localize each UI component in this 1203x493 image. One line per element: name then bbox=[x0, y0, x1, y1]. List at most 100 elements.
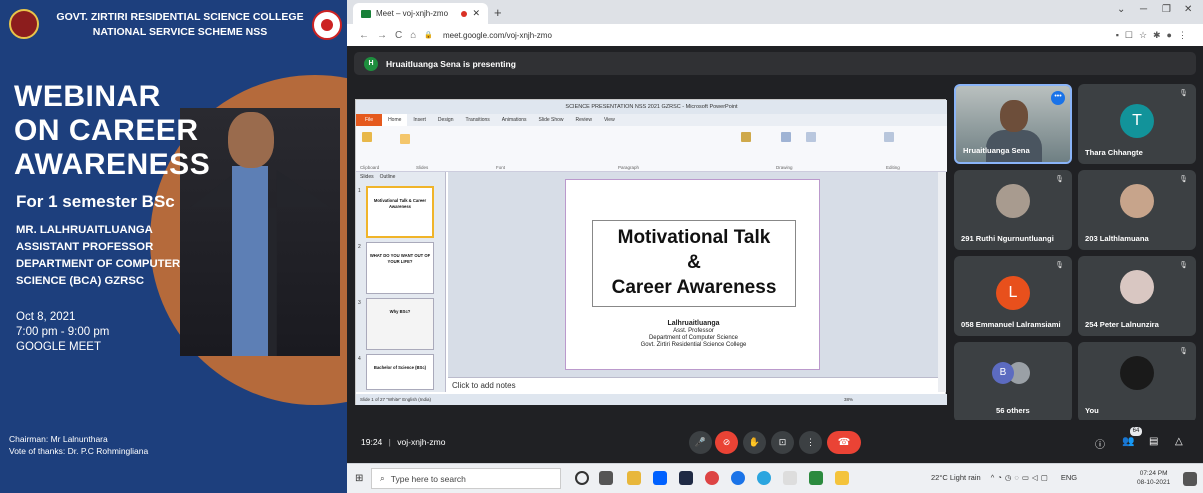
tray-icons[interactable]: ^◔◷◌▭◁▢ bbox=[991, 473, 1051, 482]
mic-off-icon: 🎙 bbox=[1179, 176, 1188, 183]
quick-styles-icon[interactable] bbox=[806, 132, 816, 142]
people-icon[interactable]: 👥 bbox=[1122, 436, 1134, 447]
thumb-num: 4 bbox=[358, 356, 361, 362]
chrome-icon[interactable] bbox=[705, 471, 719, 485]
maximize-button[interactable]: ❐ bbox=[1162, 4, 1171, 15]
poster-header: GOVT. ZIRTIRI RESIDENTIAL SCIENCE COLLEG… bbox=[50, 10, 310, 40]
ribbon-tab-insert[interactable]: Insert bbox=[407, 117, 432, 123]
new-tab-button[interactable]: + bbox=[494, 5, 502, 20]
shapes-icon[interactable] bbox=[741, 132, 751, 142]
search-placeholder: Type here to search bbox=[390, 473, 466, 484]
ribbon-tab-view[interactable]: View bbox=[598, 117, 621, 123]
task-view-icon[interactable] bbox=[599, 471, 613, 485]
participant-tile-ruthi[interactable]: 🎙 291 Ruthi Ngurnuntluangi bbox=[954, 170, 1072, 250]
panel-tab-outline[interactable]: Outline bbox=[380, 172, 396, 182]
app-icon[interactable] bbox=[679, 471, 693, 485]
url-field[interactable]: meet.google.com/voj-xnjh-zmo bbox=[443, 31, 552, 40]
shared-screen: SCIENCE PRESENTATION NSS 2021 GZRSC - Mi… bbox=[355, 99, 947, 405]
weather[interactable]: 22°C Light rain bbox=[931, 473, 981, 482]
more-options-icon[interactable]: ••• bbox=[1051, 91, 1065, 105]
taskbar-search[interactable]: ⌕ Type here to search bbox=[371, 468, 561, 489]
clock-date: 08-10-2021 bbox=[1137, 479, 1171, 486]
ribbon-tab-slideshow[interactable]: Slide Show bbox=[533, 117, 570, 123]
windows-start-icon[interactable]: ⊞ bbox=[355, 473, 363, 484]
participant-tile-hruaitluanga[interactable]: ••• Hruaitluanga Sena bbox=[954, 84, 1072, 164]
event-time: 7:00 pm - 9:00 pm bbox=[16, 326, 110, 338]
notifications-icon[interactable] bbox=[1183, 472, 1197, 486]
webinar-poster: GOVT. ZIRTIRI RESIDENTIAL SCIENCE COLLEG… bbox=[0, 0, 347, 493]
cortana-icon[interactable] bbox=[575, 471, 589, 485]
back-forward-reload-icons[interactable]: ←→C⌂ bbox=[359, 30, 424, 41]
speaker-name: MR. LALHRUAITLUANGA bbox=[16, 224, 153, 236]
windows-taskbar: ⊞ ⌕ Type here to search 22°C Light rain … bbox=[347, 463, 1203, 493]
ribbon-tab-design[interactable]: Design bbox=[432, 117, 460, 123]
minimize-button[interactable]: ─ bbox=[1140, 4, 1147, 15]
participant-tile-emmanuel[interactable]: 🎙 L 058 Emmanuel Lalramsiami bbox=[954, 256, 1072, 336]
slide-thumbnail-1[interactable]: Motivational Talk & Career Awareness bbox=[366, 186, 434, 238]
meeting-details-icon[interactable]: ⓘ bbox=[1095, 436, 1105, 451]
panel-tab-slides[interactable]: Slides bbox=[360, 172, 374, 182]
vote-of-thanks-text: Vote of thanks: Dr. P.C Rohmingliana bbox=[9, 446, 149, 456]
language-indicator[interactable]: ENG bbox=[1061, 473, 1077, 482]
raise-hand-button[interactable]: ✋ bbox=[743, 431, 766, 454]
tab-close-icon[interactable]: ✕ bbox=[472, 8, 480, 19]
taskbar-clock[interactable]: 07:24 PM 08-10-2021 bbox=[1137, 469, 1170, 487]
more-options-button[interactable]: ⋮ bbox=[799, 431, 822, 454]
clock-time: 07:24 PM bbox=[1139, 470, 1168, 477]
tab-search-icon[interactable]: ⌄ bbox=[1117, 4, 1125, 15]
participant-tile-peter[interactable]: 🎙 254 Peter Lalnunzira bbox=[1078, 256, 1196, 336]
tab-bar: Meet – voj-xnjh-zmo ✕ + ⌄ ─ ❐ ✕ bbox=[347, 0, 1203, 24]
arrange-icon[interactable] bbox=[781, 132, 791, 142]
others-avatar: B bbox=[992, 362, 1014, 384]
participant-tile-you[interactable]: 🎙 You bbox=[1078, 342, 1196, 422]
microphone-button[interactable]: 🎤 bbox=[689, 431, 712, 454]
toolbar-icons[interactable]: ▪☐☆✱●⋮ bbox=[1116, 30, 1193, 41]
notes-pane[interactable]: Click to add notes bbox=[448, 377, 938, 392]
college-logo-icon bbox=[9, 9, 39, 39]
participant-tile-lalthlamuana[interactable]: 🎙 203 Lalthlamuana bbox=[1078, 170, 1196, 250]
ribbon-tab-review[interactable]: Review bbox=[570, 117, 598, 123]
chat-icon[interactable]: ▤ bbox=[1149, 436, 1158, 447]
camera-off-button[interactable]: ⊘ bbox=[715, 431, 738, 454]
mic-off-icon: 🎙 bbox=[1179, 348, 1188, 355]
slide-thumbnail-2[interactable]: WHAT DO YOU WANT OUT OF YOUR LIFE? bbox=[366, 242, 434, 294]
participant-photo bbox=[1120, 356, 1154, 390]
participant-tile-thara[interactable]: 🎙 T Thara Chhangte bbox=[1078, 84, 1196, 164]
event-date: Oct 8, 2021 bbox=[16, 311, 76, 323]
thumb-num: 3 bbox=[358, 300, 361, 306]
slide-editor: Motivational Talk & Career Awareness Lal… bbox=[448, 172, 938, 377]
dropbox-icon[interactable] bbox=[653, 471, 667, 485]
slides-panel: Slides Outline 1 Motivational Talk & Car… bbox=[356, 172, 446, 392]
slide-thumbnail-3[interactable]: Why BSc? bbox=[366, 298, 434, 350]
slide-presenter-info: Lalhruaitluanga Asst. Professor Departme… bbox=[566, 320, 821, 349]
document-icon[interactable] bbox=[783, 471, 797, 485]
status-text: Slide 1 of 27 "White" English (India) bbox=[360, 397, 431, 402]
presenting-text: Hruaitluanga Sena is presenting bbox=[386, 58, 516, 69]
current-slide[interactable]: Motivational Talk & Career Awareness Lal… bbox=[565, 179, 820, 370]
activities-icon[interactable]: △ bbox=[1175, 436, 1183, 447]
paste-icon[interactable] bbox=[362, 132, 372, 142]
app-icon-blue[interactable] bbox=[731, 471, 745, 485]
ribbon-tab-file[interactable]: File bbox=[356, 114, 383, 126]
lock-icon: 🔒 bbox=[424, 32, 433, 39]
ribbon-tab-transitions[interactable]: Transitions bbox=[460, 117, 496, 123]
poster-title-line1: WEBINAR bbox=[14, 80, 161, 113]
file-explorer-icon[interactable] bbox=[627, 471, 641, 485]
participant-tile-others[interactable]: B 56 others bbox=[954, 342, 1072, 422]
slide-thumbnail-4[interactable]: Bachelor of Science (BSc) bbox=[366, 354, 434, 390]
meet-favicon-icon bbox=[361, 9, 371, 18]
new-slide-icon[interactable] bbox=[400, 134, 410, 144]
zoom-level[interactable]: 38% bbox=[844, 394, 853, 405]
ribbon-tab-animations[interactable]: Animations bbox=[496, 117, 533, 123]
leave-call-button[interactable]: ☎ bbox=[827, 431, 861, 454]
slide-scrollbar[interactable] bbox=[938, 172, 946, 392]
present-now-button[interactable]: ⊡ bbox=[771, 431, 794, 454]
ribbon-tab-home[interactable]: Home bbox=[382, 114, 408, 126]
tab-meet[interactable]: Meet – voj-xnjh-zmo ✕ bbox=[353, 3, 488, 24]
system-tray: 22°C Light rain ^◔◷◌▭◁▢ ENG bbox=[931, 473, 1077, 482]
edge-icon[interactable] bbox=[757, 471, 771, 485]
sticky-notes-icon[interactable] bbox=[835, 471, 849, 485]
close-window-button[interactable]: ✕ bbox=[1184, 4, 1192, 15]
find-icon[interactable] bbox=[884, 132, 894, 142]
spreadsheet-icon[interactable] bbox=[809, 471, 823, 485]
